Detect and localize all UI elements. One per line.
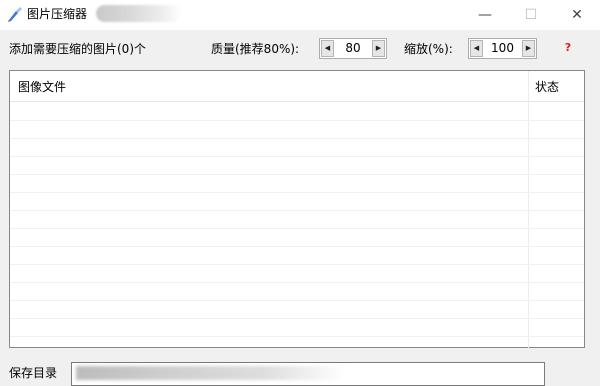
- maximize-icon: ☐: [524, 7, 538, 23]
- row-divider: [10, 138, 584, 139]
- close-button[interactable]: ✕: [554, 0, 600, 30]
- scale-spinner[interactable]: ◀ 100 ▶: [468, 38, 537, 59]
- minimize-icon: —: [478, 7, 492, 23]
- add-images-label[interactable]: 添加需要压缩的图片(0)个: [9, 41, 146, 57]
- redacted-title-suffix: [96, 5, 182, 22]
- row-divider: [10, 156, 584, 157]
- title-bar: 图片压缩器 — ☐ ✕: [0, 0, 600, 30]
- app-icon: [7, 6, 23, 22]
- row-divider: [10, 120, 584, 121]
- scale-label: 缩放(%):: [404, 42, 453, 56]
- quality-value[interactable]: 80: [335, 41, 371, 56]
- column-header-image-file[interactable]: 图像文件: [18, 79, 66, 95]
- scale-value[interactable]: 100: [484, 41, 521, 56]
- row-divider: [10, 174, 584, 175]
- row-divider: [10, 300, 584, 301]
- list-header: 图像文件 状态: [10, 71, 584, 102]
- row-divider: [10, 336, 584, 337]
- quality-increase-button[interactable]: ▶: [372, 40, 385, 57]
- close-icon: ✕: [571, 7, 583, 23]
- quality-label: 质量(推荐80%):: [211, 42, 300, 56]
- row-divider: [10, 210, 584, 211]
- maximize-button[interactable]: ☐: [508, 0, 554, 30]
- column-header-status[interactable]: 状态: [535, 79, 559, 95]
- minimize-button[interactable]: —: [462, 0, 508, 30]
- image-list[interactable]: 图像文件 状态: [9, 70, 585, 349]
- save-directory-label: 保存目录: [9, 366, 58, 380]
- row-divider: [10, 282, 584, 283]
- window-title: 图片压缩器: [27, 7, 88, 21]
- redacted-path: [76, 366, 346, 380]
- save-directory-input[interactable]: [71, 362, 545, 386]
- row-divider: [10, 228, 584, 229]
- row-divider: [10, 246, 584, 247]
- help-icon[interactable]: ?: [562, 40, 574, 56]
- row-divider: [10, 192, 584, 193]
- scale-decrease-button[interactable]: ◀: [470, 40, 483, 57]
- quality-spinner[interactable]: ◀ 80 ▶: [319, 38, 387, 59]
- row-divider: [10, 318, 584, 319]
- row-divider: [10, 264, 584, 265]
- quality-decrease-button[interactable]: ◀: [321, 40, 334, 57]
- scale-increase-button[interactable]: ▶: [522, 40, 535, 57]
